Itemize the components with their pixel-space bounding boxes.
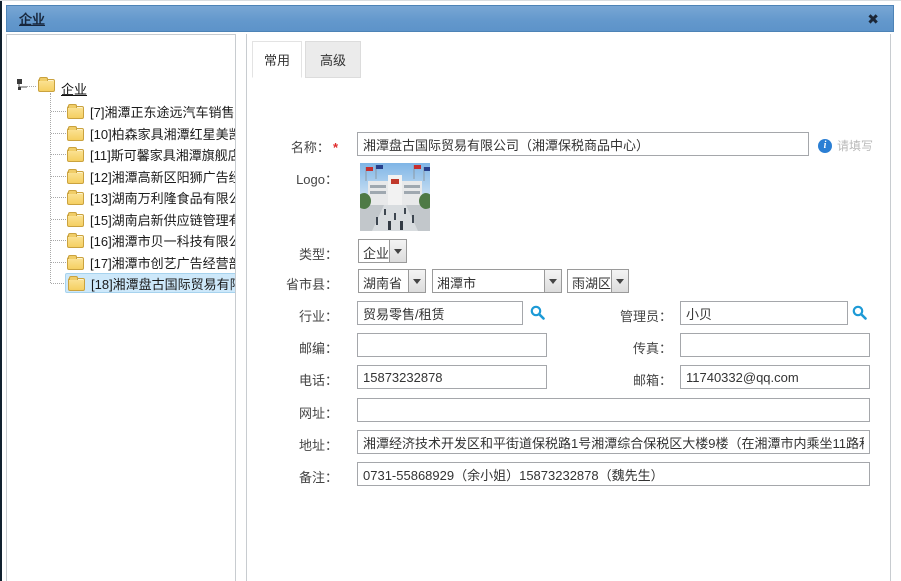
fill-hint-text: 请填写 [837, 137, 873, 154]
tree-item-company-12[interactable]: [12]湘潭高新区阳狮广告经营部 [65, 166, 236, 186]
industry-input[interactable] [357, 301, 523, 325]
tree-connector [51, 197, 66, 198]
tree-connector [51, 176, 66, 177]
tab-common[interactable]: 常用 [252, 41, 302, 78]
tree-connector-line [50, 93, 51, 283]
tree-connector [22, 86, 36, 87]
type-select[interactable]: 企业 [358, 239, 407, 263]
name-label: 名称：* [238, 137, 338, 156]
admin-input[interactable] [680, 301, 848, 325]
chevron-down-icon[interactable] [611, 270, 628, 292]
close-icon[interactable]: ✖ [867, 10, 879, 28]
folder-icon [67, 235, 84, 248]
folder-icon [67, 106, 84, 119]
zip-label: 邮编： [238, 338, 338, 357]
phone-input[interactable] [357, 365, 547, 389]
fill-hint: i 请填写 [818, 137, 873, 154]
tree-connector [51, 133, 66, 134]
folder-icon [67, 149, 84, 162]
company-name-input[interactable] [357, 132, 809, 156]
enterprise-dialog: 企业 ✖ 企业 [7]湘潭正东途远汽车销售服务有限公司 [10]柏森家具湘潭红星… [0, 0, 901, 581]
window-left-border [0, 1, 2, 581]
industry-search-icon[interactable] [530, 305, 545, 320]
company-tree-panel: 企业 [7]湘潭正东途远汽车销售服务有限公司 [10]柏森家具湘潭红星美凯龙店 … [6, 34, 236, 581]
company-logo-image[interactable] [360, 163, 430, 231]
tree-item-company-18-selected[interactable]: [18]湘潭盘古国际贸易有限公司 [65, 273, 236, 293]
admin-label: 管理员： [588, 306, 672, 325]
required-asterisk: * [333, 140, 338, 155]
folder-icon [67, 192, 84, 205]
fax-input[interactable] [680, 333, 870, 357]
remark-input[interactable] [357, 462, 870, 486]
chevron-down-icon[interactable] [544, 270, 561, 292]
info-icon: i [818, 139, 832, 153]
tree-connector [51, 262, 66, 263]
email-label: 邮箱： [588, 370, 672, 389]
tree-connector [51, 219, 66, 220]
folder-icon [67, 257, 84, 270]
phone-label: 电话： [238, 370, 338, 389]
folder-icon [67, 214, 84, 227]
folder-icon [67, 128, 84, 141]
tree-connector [51, 154, 66, 155]
admin-search-icon[interactable] [852, 305, 867, 320]
tree-item-company-10[interactable]: [10]柏森家具湘潭红星美凯龙店 [65, 123, 236, 143]
zip-input[interactable] [357, 333, 547, 357]
folder-icon [67, 171, 84, 184]
tree-item-company-7[interactable]: [7]湘潭正东途远汽车销售服务有限公司 [65, 101, 236, 121]
county-select[interactable]: 雨湖区 [567, 269, 629, 293]
address-label: 地址： [238, 435, 338, 454]
tree-item-company-16[interactable]: [16]湘潭市贝一科技有限公司 [65, 230, 236, 250]
website-label: 网址： [238, 403, 338, 422]
tree-connector [51, 240, 66, 241]
tree-item-company-15[interactable]: [15]湖南启新供应链管理有限公司 [65, 209, 236, 229]
dialog-titlebar: 企业 ✖ [6, 5, 894, 32]
folder-icon [68, 278, 85, 291]
province-select[interactable]: 湖南省 [358, 269, 426, 293]
tree-connector [51, 111, 66, 112]
chevron-down-icon[interactable] [389, 240, 406, 262]
dialog-title: 企业 [19, 9, 45, 28]
tab-advanced[interactable]: 高级 [305, 41, 361, 78]
tree-root-company[interactable]: 企业 [61, 79, 87, 98]
chevron-down-icon[interactable] [408, 270, 425, 292]
fax-label: 传真： [588, 338, 672, 357]
tree-item-company-17[interactable]: [17]湘潭市创艺广告经营部 [65, 252, 236, 272]
tree-expand-icon[interactable] [17, 79, 29, 91]
folder-icon [38, 79, 55, 92]
tree-item-company-13[interactable]: [13]湖南万利隆食品有限公司 [65, 187, 236, 207]
type-label: 类型： [238, 244, 338, 263]
email-input[interactable] [680, 365, 870, 389]
logo-label: Logo： [238, 169, 338, 188]
city-select[interactable]: 湘潭市 [432, 269, 562, 293]
address-input[interactable] [357, 430, 870, 454]
tree-connector [51, 283, 66, 284]
region-label: 省市县： [238, 274, 338, 293]
industry-label: 行业： [238, 306, 338, 325]
tree-item-company-11[interactable]: [11]斯可馨家具湘潭旗舰店 [65, 144, 236, 164]
remark-label: 备注： [238, 467, 338, 486]
website-input[interactable] [357, 398, 870, 422]
